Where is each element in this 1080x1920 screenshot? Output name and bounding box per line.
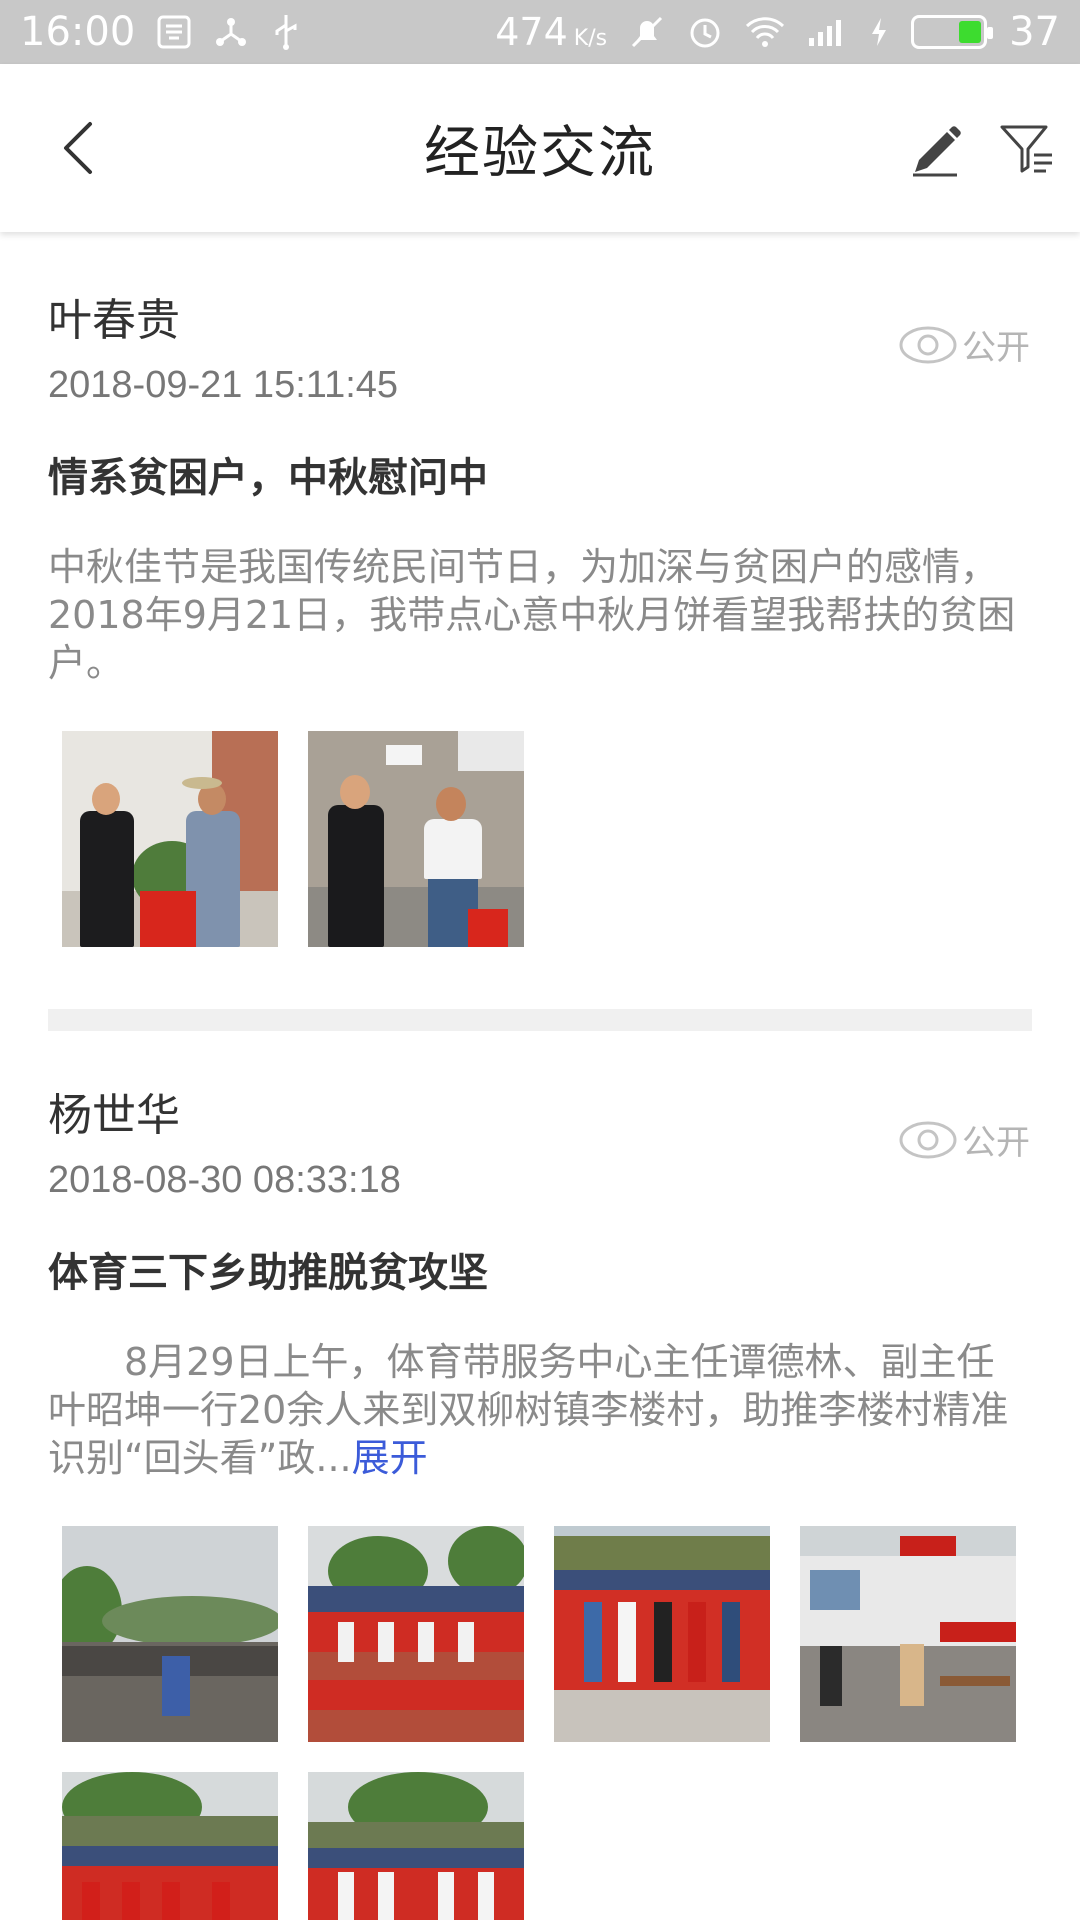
visibility-badge: 公开 <box>898 320 1030 369</box>
post-body-text: 中秋佳节是我国传统民间节日，为加深与贫困户的感情，2018年9月21日，我带点心… <box>48 545 1016 685</box>
battery-icon <box>911 15 994 49</box>
eye-icon <box>899 326 957 363</box>
filter-icon <box>1000 125 1052 173</box>
post-card[interactable]: 叶春贵 2018-09-21 15:11:45 公开 情系贫困户，中秋慰问中 中… <box>0 236 1080 1031</box>
wifi-icon <box>745 16 785 48</box>
post-photo[interactable] <box>554 1526 770 1742</box>
alarm-clock-icon <box>687 14 723 50</box>
visibility-label: 公开 <box>962 328 1030 368</box>
network-speed-unit: K/s <box>573 26 608 51</box>
status-time: 16:00 <box>20 9 136 55</box>
battery-fill <box>958 21 982 43</box>
post-photos <box>48 1526 1032 1920</box>
pencil-icon <box>913 126 961 177</box>
share-icon <box>213 14 249 50</box>
app-header: 经验交流 <box>0 64 1080 232</box>
post-timestamp: 2018-09-21 15:11:45 <box>48 364 399 406</box>
post-author: 叶春贵 <box>48 295 180 346</box>
post-divider <box>48 1009 1032 1031</box>
post-photo[interactable] <box>308 1772 524 1920</box>
post-photo[interactable] <box>62 1526 278 1742</box>
visibility-label: 公开 <box>962 1123 1030 1163</box>
post-photos <box>48 731 1032 947</box>
post-body: 中秋佳节是我国传统民间节日，为加深与贫困户的感情，2018年9月21日，我带点心… <box>48 543 1032 687</box>
cellular-signal-icon <box>807 16 847 48</box>
post-photo[interactable] <box>800 1526 1016 1742</box>
post-body: 8月29日上午，体育带服务中心主任谭德林、副主任叶昭坤一行20余人来到双柳树镇李… <box>48 1338 1032 1482</box>
filter-button[interactable] <box>992 113 1062 183</box>
usb-icon <box>271 13 301 51</box>
post-title: 情系贫困户，中秋慰问中 <box>48 455 488 501</box>
post-timestamp: 2018-08-30 08:33:18 <box>48 1159 401 1201</box>
expand-link[interactable]: 展开 <box>352 1436 428 1480</box>
network-speed: 474 K/s <box>495 10 607 54</box>
compose-button[interactable] <box>900 113 970 183</box>
post-author: 杨世华 <box>48 1090 180 1141</box>
post-title: 体育三下乡助推脱贫攻坚 <box>48 1250 488 1296</box>
eye-icon <box>899 1121 957 1158</box>
post-photo[interactable] <box>308 731 524 947</box>
post-body-text: 8月29日上午，体育带服务中心主任谭德林、副主任叶昭坤一行20余人来到双柳树镇李… <box>48 1340 1009 1480</box>
post-feed: 叶春贵 2018-09-21 15:11:45 公开 情系贫困户，中秋慰问中 中… <box>0 236 1080 1920</box>
post-photo[interactable] <box>308 1526 524 1742</box>
notification-app-icon <box>157 15 191 49</box>
chevron-left-icon <box>64 122 92 174</box>
status-bar: 16:00 474 K/s 37 <box>0 0 1080 64</box>
page-title: 经验交流 <box>424 120 656 186</box>
mute-bell-icon <box>629 14 665 50</box>
network-speed-value: 474 <box>495 10 568 54</box>
battery-level: 37 <box>1009 9 1060 55</box>
post-photo[interactable] <box>62 1772 278 1920</box>
charging-icon <box>869 16 889 48</box>
back-button[interactable] <box>48 113 108 183</box>
post-photo[interactable] <box>62 731 278 947</box>
post-card[interactable]: 杨世华 2018-08-30 08:33:18 公开 体育三下乡助推脱贫攻坚 8… <box>0 1031 1080 1920</box>
visibility-badge: 公开 <box>898 1115 1030 1164</box>
